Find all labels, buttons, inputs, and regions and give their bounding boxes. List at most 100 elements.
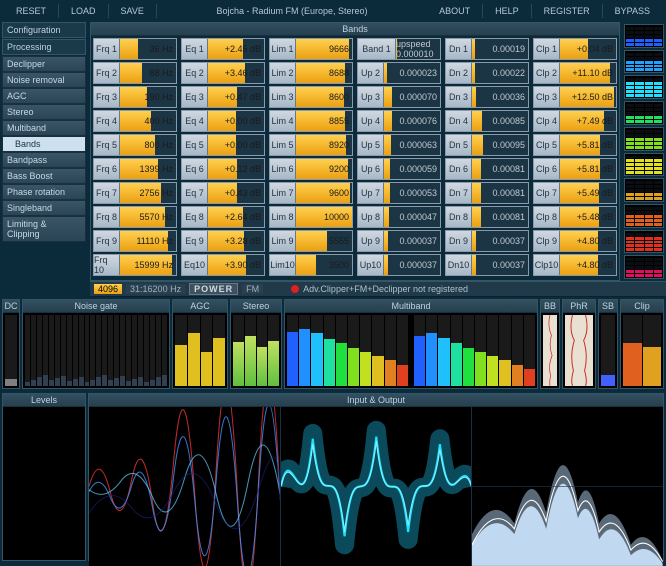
sidebar-item-limiting-clipping[interactable]: Limiting & Clipping — [2, 216, 86, 242]
sidebar-item-bands[interactable]: Bands — [2, 136, 86, 152]
up-2-slider[interactable]: Up 20.000023 — [357, 62, 441, 84]
sidebar-header-processing[interactable]: Processing — [2, 39, 86, 55]
up-9-slider[interactable]: Up 90.000037 — [357, 230, 441, 252]
clp-10-slider[interactable]: Clp10+4.80 dB — [533, 254, 617, 276]
dn-3-slider[interactable]: Dn 30.00036 — [445, 86, 529, 108]
sidebar: Configuration Processing DeclipperNoise … — [0, 22, 88, 281]
reset-button[interactable]: RESET — [4, 4, 59, 18]
up-6-slider[interactable]: Up 60.000059 — [357, 158, 441, 180]
sidebar-item-singleband[interactable]: Singleband — [2, 200, 86, 216]
agc-panel: AGC — [172, 299, 228, 389]
up-8-slider[interactable]: Up 80.000047 — [357, 206, 441, 228]
sidebar-item-declipper[interactable]: Declipper — [2, 56, 86, 72]
lim-1-slider[interactable]: Lim 19666 — [269, 38, 353, 60]
status-buffer[interactable]: 4096 — [94, 284, 122, 294]
frq-9-slider[interactable]: Frq 911110 Hz — [93, 230, 177, 252]
clp-5-slider[interactable]: Clp 5+5.81 dB — [533, 134, 617, 156]
preset-name[interactable]: Bojcha - Radium FM (Europe, Stereo) — [157, 6, 427, 16]
up-1-slider[interactable]: Band 1upspeed 0.000010 — [357, 38, 441, 60]
eq-5-slider[interactable]: Eq 5+0.00 dB — [181, 134, 265, 156]
frq-8-slider[interactable]: Frq 85570 Hz — [93, 206, 177, 228]
sidebar-item-bass-boost[interactable]: Bass Boost — [2, 168, 86, 184]
lim-10-slider[interactable]: Lim103500 — [269, 254, 353, 276]
clp-6-slider[interactable]: Clp 6+5.81 dB — [533, 158, 617, 180]
eq-9-slider[interactable]: Eq 9+3.28 dB — [181, 230, 265, 252]
up-10-slider[interactable]: Up100.000037 — [357, 254, 441, 276]
sidebar-item-agc[interactable]: AGC — [2, 88, 86, 104]
save-button[interactable]: SAVE — [109, 4, 157, 18]
frq-10-slider[interactable]: Frq 1015999 Hz — [93, 254, 177, 276]
eq-7-slider[interactable]: Eq 7+0.43 dB — [181, 182, 265, 204]
row-meters — [622, 22, 666, 281]
sidebar-item-noise-removal[interactable]: Noise removal — [2, 72, 86, 88]
sidebar-item-phase-rotation[interactable]: Phase rotation — [2, 184, 86, 200]
about-button[interactable]: ABOUT — [427, 4, 483, 18]
clp-4-slider[interactable]: Clp 4+7.49 dB — [533, 110, 617, 132]
eq-2-slider[interactable]: Eq 2+3.46 dB — [181, 62, 265, 84]
dn-7-slider[interactable]: Dn 70.00081 — [445, 182, 529, 204]
help-button[interactable]: HELP — [483, 4, 532, 18]
dn-5-slider[interactable]: Dn 50.00095 — [445, 134, 529, 156]
row-meter-7 — [624, 178, 664, 202]
eq-1-slider[interactable]: Eq 1+2.45 dB — [181, 38, 265, 60]
lim-2-slider[interactable]: Lim 28688 — [269, 62, 353, 84]
bypass-button[interactable]: BYPASS — [603, 4, 662, 18]
up-3-slider[interactable]: Up 30.000070 — [357, 86, 441, 108]
dn-4-slider[interactable]: Dn 40.00085 — [445, 110, 529, 132]
clp-1-slider[interactable]: Clp 1+0.04 dB — [533, 38, 617, 60]
lim-4-slider[interactable]: Lim 48855 — [269, 110, 353, 132]
clp-8-slider[interactable]: Clp 8+5.48 dB — [533, 206, 617, 228]
eq-8-slider[interactable]: Eq 8+2.64 dB — [181, 206, 265, 228]
sidebar-item-stereo[interactable]: Stereo — [2, 104, 86, 120]
bb-panel: BB — [540, 299, 560, 389]
sb-panel: SB — [598, 299, 618, 389]
plot-left — [89, 407, 281, 566]
dn-9-slider[interactable]: Dn 90.00037 — [445, 230, 529, 252]
bands-title: Bands — [91, 23, 619, 36]
phr-panel: PhR — [562, 299, 596, 389]
dn-1-slider[interactable]: Dn 10.00019 — [445, 38, 529, 60]
dc-title: DC — [3, 300, 19, 313]
up-5-slider[interactable]: Up 50.000063 — [357, 134, 441, 156]
frq-6-slider[interactable]: Frq 61399 Hz — [93, 158, 177, 180]
phr-title: PhR — [563, 300, 595, 313]
noise-gate-panel: Noise gate — [22, 299, 170, 389]
plot-right — [472, 407, 663, 566]
lim-3-slider[interactable]: Lim 38600 — [269, 86, 353, 108]
frq-4-slider[interactable]: Frq 4400 Hz — [93, 110, 177, 132]
dn-10-slider[interactable]: Dn100.00037 — [445, 254, 529, 276]
clp-2-slider[interactable]: Clp 2+11.10 dB — [533, 62, 617, 84]
clp-9-slider[interactable]: Clp 9+4.80 dB — [533, 230, 617, 252]
sidebar-item-multiband[interactable]: Multiband — [2, 120, 86, 136]
up-4-slider[interactable]: Up 40.000076 — [357, 110, 441, 132]
frq-1-slider[interactable]: Frq 136 Hz — [93, 38, 177, 60]
frq-2-slider[interactable]: Frq 288 Hz — [93, 62, 177, 84]
lim-8-slider[interactable]: Lim 810000 — [269, 206, 353, 228]
frq-7-slider[interactable]: Frq 72756 Hz — [93, 182, 177, 204]
register-button[interactable]: REGISTER — [532, 4, 603, 18]
frq-5-slider[interactable]: Frq 5800 Hz — [93, 134, 177, 156]
eq-6-slider[interactable]: Eq 6+0.12 dB — [181, 158, 265, 180]
dn-8-slider[interactable]: Dn 80.00081 — [445, 206, 529, 228]
lim-7-slider[interactable]: Lim 79600 — [269, 182, 353, 204]
eq-3-slider[interactable]: Eq 3+0.47 dB — [181, 86, 265, 108]
lim-5-slider[interactable]: Lim 58920 — [269, 134, 353, 156]
row-meter-9 — [624, 230, 664, 254]
fm-label: FM — [242, 284, 263, 294]
frq-3-slider[interactable]: Frq 3190 Hz — [93, 86, 177, 108]
load-button[interactable]: LOAD — [59, 4, 109, 18]
dn-6-slider[interactable]: Dn 60.00081 — [445, 158, 529, 180]
clp-3-slider[interactable]: Clp 3+12.50 dB — [533, 86, 617, 108]
lim-9-slider[interactable]: Lim 95555 — [269, 230, 353, 252]
eq-4-slider[interactable]: Eq 4+0.00 dB — [181, 110, 265, 132]
up-7-slider[interactable]: Up 70.000053 — [357, 182, 441, 204]
stereo-panel: Stereo — [230, 299, 282, 389]
clp-7-slider[interactable]: Clp 7+5.49 dB — [533, 182, 617, 204]
row-meter-6 — [624, 153, 664, 177]
dc-panel: DC — [2, 299, 20, 389]
sidebar-header-config[interactable]: Configuration — [2, 22, 86, 38]
lim-6-slider[interactable]: Lim 69200 — [269, 158, 353, 180]
eq-10-slider[interactable]: Eq10+3.90 dB — [181, 254, 265, 276]
sidebar-item-bandpass[interactable]: Bandpass — [2, 152, 86, 168]
dn-2-slider[interactable]: Dn 20.00022 — [445, 62, 529, 84]
